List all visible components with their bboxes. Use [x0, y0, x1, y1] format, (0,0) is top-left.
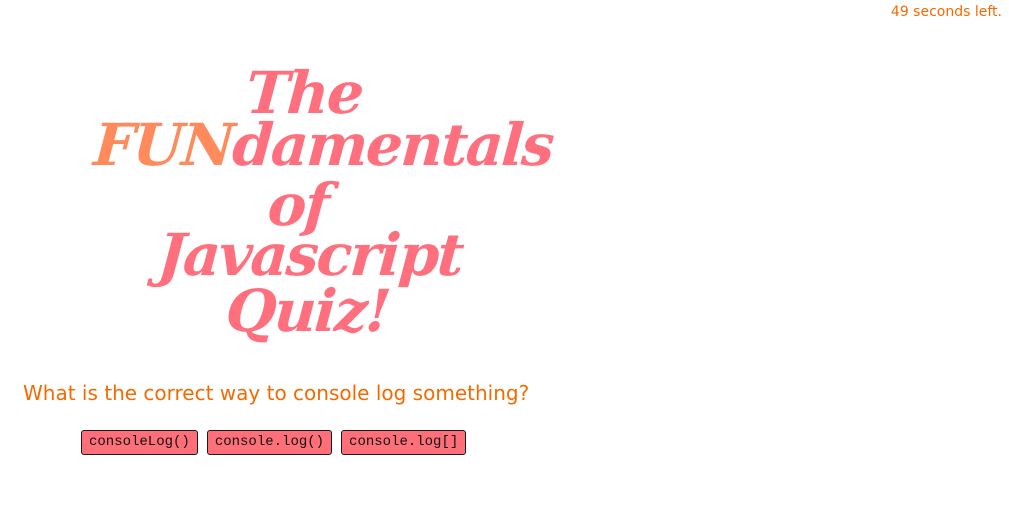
- quiz-logo: The FUNdamentals of Javascript Quiz!: [0, 58, 600, 358]
- answer-button-3[interactable]: console.log[]: [341, 430, 467, 455]
- answer-button-2[interactable]: console.log(): [206, 430, 333, 455]
- logo-damentals: damentals: [230, 111, 555, 179]
- question-text: What is the correct way to console log s…: [23, 381, 530, 405]
- answer-button-1[interactable]: consoleLog(): [81, 430, 198, 455]
- logo-line-javascript: Javascript: [155, 221, 465, 289]
- countdown-timer: 49 seconds left.: [890, 4, 1002, 20]
- answer-options: consoleLog() console.log() console.log[]: [81, 430, 467, 455]
- logo-line-quiz: Quiz!: [223, 277, 392, 345]
- logo-line-fundamentals: FUNdamentals: [92, 111, 555, 179]
- logo-fun-highlight: FUN: [91, 111, 236, 179]
